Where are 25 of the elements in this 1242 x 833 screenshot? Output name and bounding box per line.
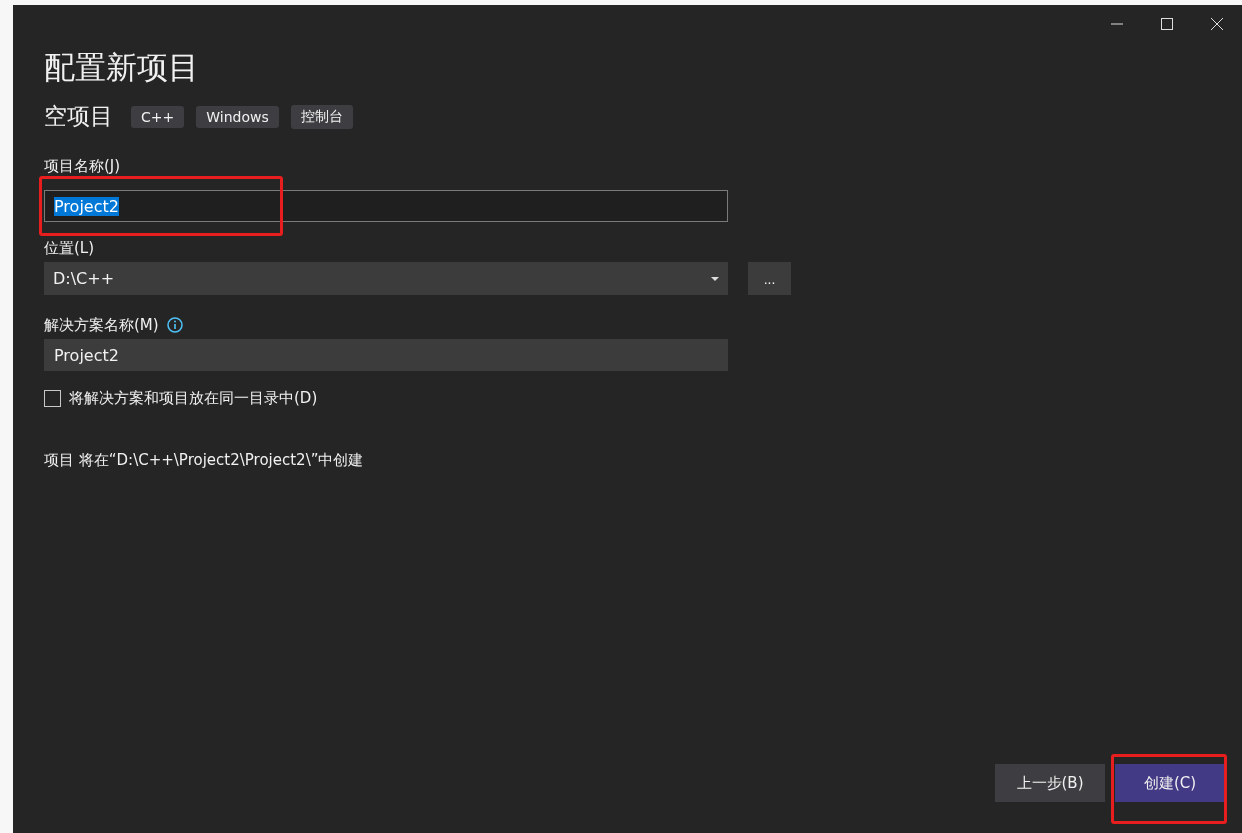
info-icon [166,317,183,333]
template-tag: C++ [131,105,185,128]
field-value: Project2 [54,345,119,365]
dialog-title: 配置新项目 [44,48,200,87]
checkbox[interactable] [44,390,61,407]
field-value: Project2 [54,196,119,216]
solution-name-field[interactable]: Project2 [44,339,728,371]
field-label: 解决方案名称(M) [44,315,159,335]
browse-button[interactable]: ... [748,262,791,295]
maximize-icon [1161,18,1173,30]
project-name-field[interactable]: Project2 [44,190,728,222]
minimize-icon [1111,23,1123,25]
location-dropdown[interactable]: D:\C++ [44,262,728,295]
dropdown-value: D:\C++ [53,269,115,288]
field-label: 位置(L) [44,238,96,258]
template-name: 空项目 [44,102,113,131]
field-label: 项目名称(J) [44,156,122,176]
template-tag: Windows [196,105,279,128]
summary-text: 项目 将在“D:\C++\Project2\Project2\”中创建 [44,451,365,470]
back-button[interactable]: 上一步(B) [995,764,1105,802]
create-button[interactable]: 创建(C) [1115,764,1225,802]
close-icon [1211,18,1223,30]
template-tag: 控制台 [290,104,353,129]
caret-icon [711,276,719,281]
checkbox-label: 将解决方案和项目放在同一目录中(D) [69,389,318,408]
